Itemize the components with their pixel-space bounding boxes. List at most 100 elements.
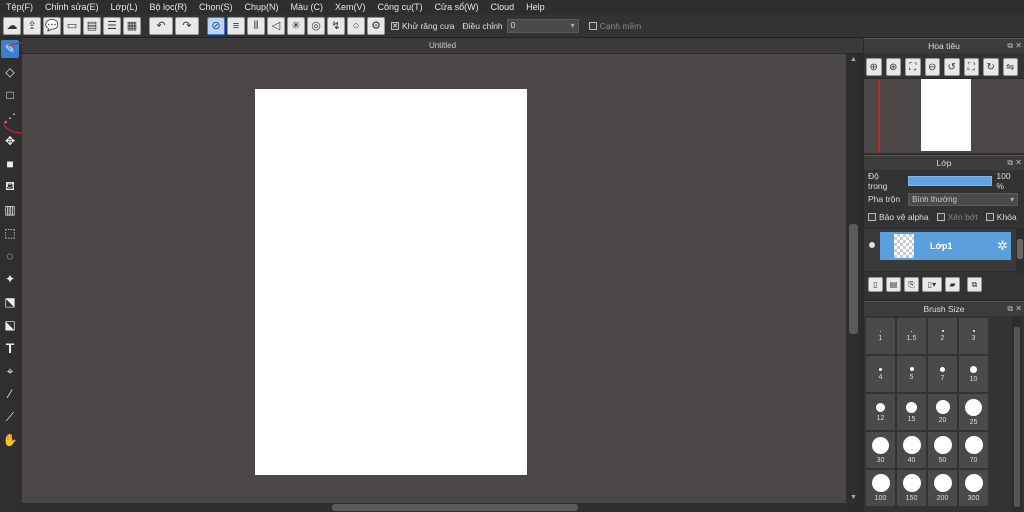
rotate-left-icon[interactable]: ↺ — [944, 58, 960, 76]
layer-scroll-thumb[interactable] — [1017, 239, 1023, 259]
soft-edge-checkbox[interactable] — [588, 22, 597, 30]
move-tool-icon[interactable]: ✥ — [1, 132, 19, 150]
panel-controls-icon[interactable]: ⧉ ✕ — [1007, 156, 1022, 170]
folder-icon[interactable]: ▰ — [945, 277, 960, 292]
brush-size-cell[interactable]: 25 — [959, 394, 988, 430]
menu-edit[interactable]: Chỉnh sửa(E) — [39, 0, 105, 15]
snap-vertical-icon[interactable]: ⦀ — [247, 17, 265, 35]
brush-size-cell[interactable]: 150 — [897, 470, 926, 506]
lock-checkbox[interactable] — [985, 213, 994, 221]
snap-circle-icon[interactable]: ○ — [347, 17, 365, 35]
canvas-workspace[interactable] — [22, 54, 848, 503]
canvas-page[interactable] — [255, 89, 527, 475]
scroll-down-icon[interactable]: ▼ — [850, 494, 857, 501]
soft-edge-toggle[interactable]: Cạnh mềm — [588, 21, 641, 31]
snap-perspective-icon[interactable]: ◁ — [267, 17, 285, 35]
horizontal-scroll-thumb[interactable] — [332, 504, 578, 511]
page-icon[interactable]: ▤ — [83, 17, 101, 35]
page-list-icon[interactable]: ☰ — [103, 17, 121, 35]
rect-select-tool-icon[interactable]: ⬚ — [1, 224, 19, 242]
duplicate-layer-icon[interactable]: ⎘ — [904, 277, 919, 292]
zoom-in-icon[interactable]: ⊕ — [885, 58, 901, 76]
select-eraser-tool-icon[interactable]: ⬕ — [1, 316, 19, 334]
brush-size-cell[interactable]: 50 — [928, 432, 957, 468]
protect-alpha-checkbox[interactable] — [868, 213, 876, 221]
divide-tool-icon[interactable]: ⁄ — [1, 385, 19, 403]
eyedropper-tool-icon[interactable]: ⟋ — [1, 408, 19, 426]
rectangle-tool-icon[interactable]: □ — [1, 86, 19, 104]
brush-size-cell[interactable]: 4 — [866, 356, 895, 392]
brush-size-cell[interactable]: 30 — [866, 432, 895, 468]
new-halftone-layer-icon[interactable]: ▤ — [886, 277, 901, 292]
lasso-tool-icon[interactable]: ◌ — [1, 247, 19, 265]
brush-size-cell[interactable]: 1 — [866, 318, 895, 354]
brush-size-cell[interactable]: 20 — [928, 394, 957, 430]
layer-menu-icon[interactable]: ▯▾ — [922, 277, 942, 292]
scroll-up-icon[interactable]: ▲ — [850, 56, 857, 63]
menu-file[interactable]: Tệp(F) — [0, 0, 39, 15]
brush-scroll-thumb[interactable] — [1014, 327, 1020, 507]
export-icon[interactable]: ⇪ — [23, 17, 41, 35]
brush-size-cell[interactable]: 15 — [897, 394, 926, 430]
vertical-scroll-thumb[interactable] — [849, 224, 858, 334]
snap-radial-icon[interactable]: ✳ — [287, 17, 305, 35]
brush-size-cell[interactable]: 12 — [866, 394, 895, 430]
menu-capture[interactable]: Chụp(N) — [239, 0, 285, 15]
panel-controls-icon[interactable]: ⧉ ✕ — [1007, 302, 1022, 316]
gradient-tool-icon[interactable]: ▥ — [1, 201, 19, 219]
menu-select[interactable]: Chọn(S) — [193, 0, 239, 15]
select-pen-tool-icon[interactable]: ⬔ — [1, 293, 19, 311]
flip-icon[interactable]: ⇋ — [1002, 58, 1018, 76]
snap-curve-icon[interactable]: ↯ — [327, 17, 345, 35]
snap-settings-icon[interactable]: ⚙ — [367, 17, 385, 35]
clipping-toggle[interactable]: Xén bớt — [936, 212, 978, 222]
antialias-checkbox[interactable]: ✕ — [391, 22, 399, 30]
rotate-right-icon[interactable]: ↻ — [983, 58, 999, 76]
brush-size-cell[interactable]: 10 — [959, 356, 988, 392]
horizontal-scrollbar[interactable] — [22, 503, 848, 512]
brush-size-cell[interactable]: 200 — [928, 470, 957, 506]
menu-view[interactable]: Xem(V) — [329, 0, 372, 15]
reset-view-icon[interactable]: ⛶ — [963, 58, 979, 76]
brush-size-cell[interactable]: 40 — [897, 432, 926, 468]
text-tool-icon[interactable]: T — [1, 339, 19, 357]
navigator-preview[interactable] — [864, 79, 1024, 153]
brush-size-cell[interactable]: 70 — [959, 432, 988, 468]
layer-item[interactable]: Lớp1 ✲ — [880, 232, 1011, 260]
menu-cloud[interactable]: Cloud — [485, 0, 521, 15]
document-tab[interactable]: Untitled — [22, 38, 863, 54]
blend-mode-select[interactable]: Bình thường — [908, 192, 1019, 206]
antialias-toggle[interactable]: ✕ Khử răng cưa — [391, 21, 455, 31]
layer-visibility-icon[interactable] — [869, 242, 875, 248]
brush-size-cell[interactable]: 1.5 — [897, 318, 926, 354]
lock-toggle[interactable]: Khóa — [985, 212, 1017, 222]
snap-concentric-icon[interactable]: ◎ — [307, 17, 325, 35]
undo-button[interactable]: ↶ — [149, 17, 173, 35]
brush-size-cell[interactable]: 2 — [928, 318, 957, 354]
layer-settings-icon[interactable]: ✲ — [997, 238, 1008, 254]
operation-tool-icon[interactable]: ⌖ — [1, 362, 19, 380]
snap-parallel-icon[interactable]: ≡ — [227, 17, 245, 35]
brush-size-cell[interactable]: 3 — [959, 318, 988, 354]
zoom-fit-icon[interactable]: ⊕ — [866, 58, 882, 76]
brush-size-cell[interactable]: 5 — [897, 356, 926, 392]
fill-rect-tool-icon[interactable]: ■ — [1, 155, 19, 173]
comment-icon[interactable]: 💬 — [43, 17, 61, 35]
brush-scrollbar[interactable] — [1012, 317, 1022, 512]
hand-tool-icon[interactable]: ✋ — [1, 431, 19, 449]
grid-page-icon[interactable]: ▦ — [123, 17, 141, 35]
menu-layer[interactable]: Lớp(L) — [105, 0, 144, 15]
brush-size-cell[interactable]: 7 — [928, 356, 957, 392]
menu-filter[interactable]: Bộ lọc(R) — [143, 0, 193, 15]
opacity-slider[interactable] — [907, 176, 993, 186]
dotted-pen-tool-icon[interactable]: ⋰ — [1, 109, 19, 127]
new-layer-icon[interactable]: ▯ — [868, 277, 883, 292]
snap-off-icon[interactable]: ⊘ — [207, 17, 225, 35]
magic-wand-tool-icon[interactable]: ✦ — [1, 270, 19, 288]
vertical-scrollbar[interactable]: ▲ ▼ — [846, 54, 861, 503]
cloud-icon[interactable]: ☁ — [3, 17, 21, 35]
brush-size-cell[interactable]: 300 — [959, 470, 988, 506]
zoom-out-icon[interactable]: ⊖ — [924, 58, 940, 76]
bucket-tool-icon[interactable]: ⛾ — [1, 178, 19, 196]
menu-color[interactable]: Màu (C) — [285, 0, 330, 15]
